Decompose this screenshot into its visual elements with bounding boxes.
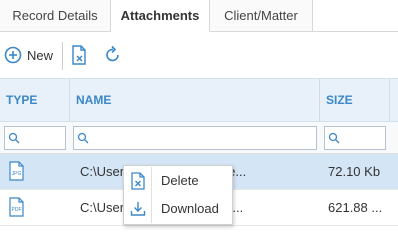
toolbar: New [0, 32, 398, 76]
toolbar-divider [62, 42, 63, 70]
delete-file-icon[interactable] [70, 45, 88, 65]
tab-bar: Record Details Attachments Client/Matter [0, 0, 398, 32]
new-button-label: New [27, 47, 54, 63]
size-cell: 621.88 ... [328, 200, 383, 215]
type-cell: JPG [0, 154, 70, 190]
add-circle-icon [4, 46, 22, 64]
column-header-type[interactable]: TYPE [0, 79, 70, 122]
delete-file-icon [131, 172, 145, 190]
download-menu-label: Download [161, 201, 219, 216]
type-filter-input[interactable] [4, 126, 66, 150]
size-cell: 72.10 Kb [328, 164, 381, 179]
search-icon [328, 132, 340, 144]
column-header-size[interactable]: SIZE [320, 79, 390, 122]
file-type-label: JPG [12, 171, 22, 177]
refresh-icon[interactable] [104, 45, 122, 65]
context-menu: Delete Download [123, 165, 233, 225]
column-header-name[interactable]: NAME [70, 79, 320, 122]
tab-record-details[interactable]: Record Details [0, 0, 111, 31]
size-filter-input[interactable] [324, 126, 386, 150]
jpg-file-icon: JPG [9, 161, 24, 181]
search-icon [8, 132, 20, 144]
tab-attachments[interactable]: Attachments [111, 0, 210, 32]
name-filter-input[interactable] [73, 126, 317, 150]
grid-header: TYPE NAME SIZE [0, 78, 398, 122]
delete-menu-label: Delete [161, 173, 199, 188]
search-icon [77, 132, 89, 144]
pdf-file-icon: PDF [9, 197, 24, 217]
delete-menu-item[interactable]: Delete [124, 167, 232, 195]
type-cell: PDF [0, 190, 70, 226]
new-button[interactable]: New [4, 44, 53, 66]
tab-client-matter[interactable]: Client/Matter [210, 0, 313, 31]
file-type-label: PDF [12, 207, 22, 213]
download-icon [130, 202, 146, 216]
filter-row [0, 122, 398, 154]
download-menu-item[interactable]: Download [124, 195, 232, 223]
